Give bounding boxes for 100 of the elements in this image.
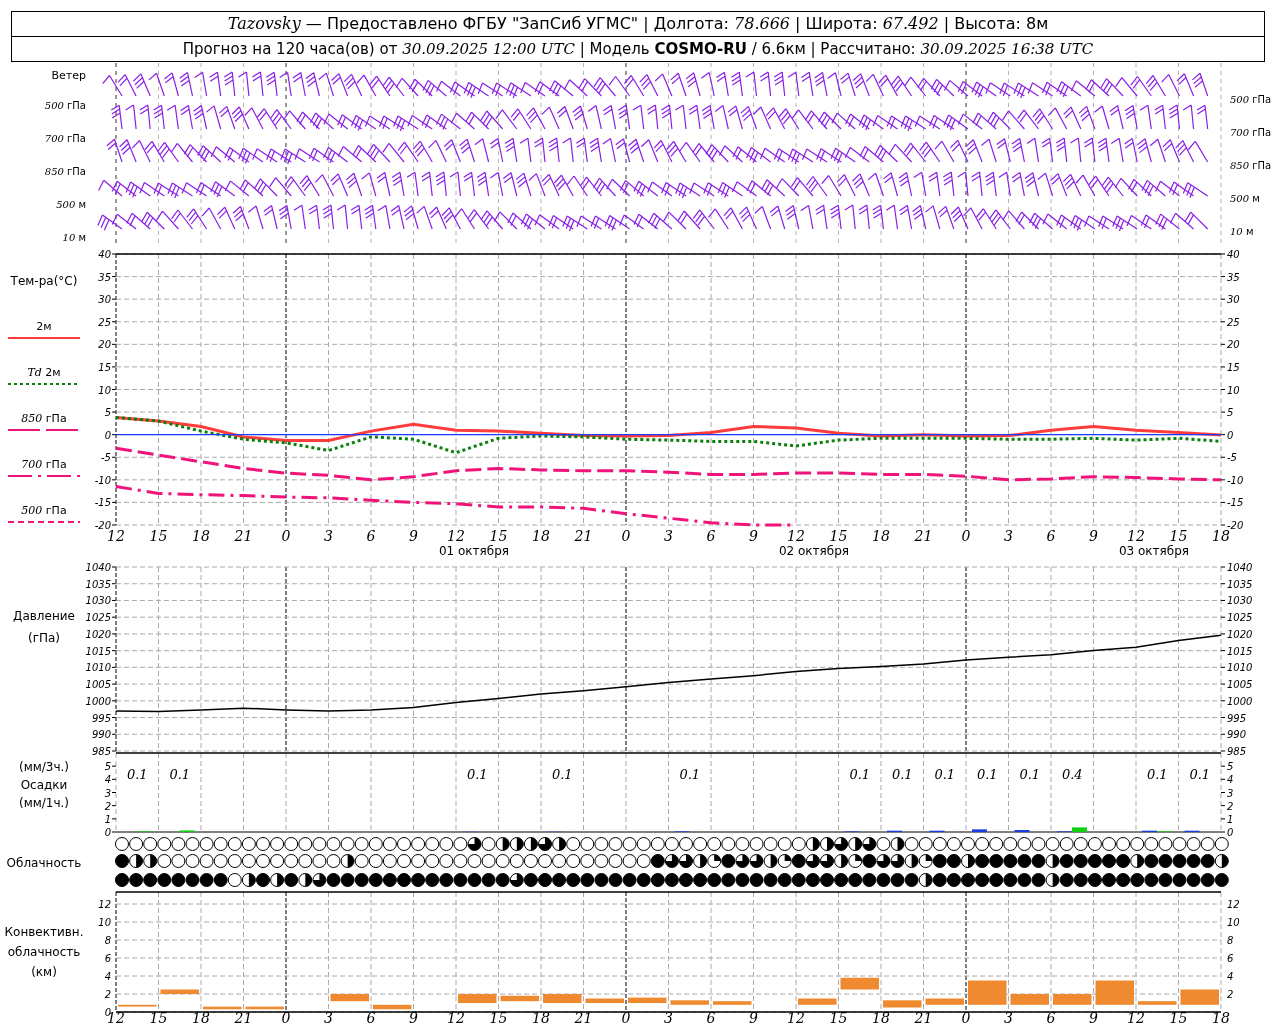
axis-tick-label: 30 (98, 294, 111, 306)
axis-tick-label: -10 (94, 474, 111, 486)
date-label: 03 октября (1118, 544, 1190, 558)
axis-tick-label: 15 (98, 361, 111, 373)
wind-label: Ветер (51, 69, 86, 83)
precipitation-amount: 0.1 (1019, 767, 1041, 782)
axis-tick-label: 5 (104, 407, 111, 419)
axis-tick-label: 20 (1227, 339, 1240, 351)
time-label: 3 (324, 528, 333, 544)
axis-tick-label: 985 (91, 746, 111, 757)
precipitation-amount: 0.1 (126, 767, 148, 782)
time-label: 21 (574, 1010, 593, 1024)
axis-tick-label: -5 (101, 452, 111, 464)
time-label: 18 (532, 1010, 550, 1024)
axis-tick-label: 15 (1227, 361, 1240, 373)
axis-tick-label: 5 (1227, 407, 1234, 419)
forecast-title: Tazovsky — Предоставлено ФГБУ "ЗапСиб УГМС" | Долгота: 78.666 | Широта: 67.492 | Высота: 8м (227, 17, 1049, 31)
time-label: 21 (914, 528, 933, 544)
axis-tick-label: 2 (1227, 989, 1234, 1000)
axis-tick-label: 1025 (85, 612, 111, 624)
axis-tick-label: 995 (91, 712, 111, 724)
cloud-cover-label: Облачность (6, 856, 82, 870)
time-label: 0 (281, 1010, 291, 1024)
time-label: 3 (324, 1010, 333, 1024)
time-label: 0 (621, 528, 631, 544)
legend-label: 700 гПа (21, 458, 67, 472)
axis-tick-label: 10 (1227, 917, 1240, 928)
axis-tick-label: 2 (104, 800, 111, 812)
time-label: 12 (787, 1010, 805, 1024)
precipitation-label: Осадки (20, 778, 68, 792)
time-label: 15 (149, 1010, 168, 1024)
axis-tick-label: 40 (1227, 249, 1240, 260)
time-label: 21 (914, 1010, 933, 1024)
axis-tick-label: 1025 (1227, 612, 1253, 624)
axis-tick-label: 5 (1227, 761, 1234, 773)
convective-cloud-label: Конвективн. (4, 925, 84, 939)
axis-tick-label: 1005 (85, 679, 111, 691)
time-label: 12 (447, 1010, 465, 1024)
time-label: 12 (1127, 528, 1145, 544)
time-label: 15 (1169, 528, 1188, 544)
axis-tick-label: 2 (1227, 800, 1234, 812)
time-label: 9 (409, 1010, 418, 1024)
precipitation-amount: 0.1 (891, 767, 913, 782)
axis-tick-label: 35 (1227, 271, 1240, 283)
time-label: 21 (234, 1010, 253, 1024)
level-label: 700 гПа (44, 132, 86, 146)
axis-tick-label: 5 (104, 761, 111, 773)
precipitation-amount: 0.1 (551, 767, 573, 782)
axis-tick-label: 2 (104, 989, 111, 1000)
time-label: 3 (664, 1010, 673, 1024)
pressure-label: Давление (13, 609, 75, 623)
axis-tick-label: 0 (104, 429, 111, 441)
time-label: 6 (706, 528, 716, 544)
axis-tick-label: 0 (1227, 429, 1234, 441)
time-label: 6 (706, 1010, 716, 1024)
precipitation-amount: 0.1 (1146, 767, 1168, 782)
time-label: 18 (532, 528, 550, 544)
axis-tick-label: 6 (104, 953, 111, 964)
precipitation-amount: 0.1 (934, 767, 956, 782)
time-label: 21 (574, 528, 593, 544)
temperature-label: Тем-ра(°C) (10, 274, 78, 288)
time-label: 9 (1089, 1010, 1098, 1024)
legend-label: 2м (36, 320, 52, 334)
axis-tick-label: 30 (1227, 294, 1240, 306)
axis-tick-label: 990 (91, 729, 111, 741)
axis-tick-label: -20 (1227, 520, 1244, 531)
axis-tick-label: 1 (104, 813, 111, 825)
axis-tick-label: 1010 (1227, 662, 1253, 674)
convective-cloud-label: облачность (7, 945, 81, 959)
axis-tick-label: 12 (1227, 899, 1240, 910)
axis-tick-label: 35 (98, 271, 111, 283)
axis-tick-label: 985 (1227, 746, 1247, 757)
time-label: 9 (1089, 528, 1098, 544)
time-label: 21 (234, 528, 253, 544)
axis-tick-label: 1020 (85, 628, 111, 640)
time-label: 0 (281, 528, 291, 544)
time-label: 3 (664, 528, 673, 544)
time-label: 15 (489, 528, 508, 544)
time-label: 9 (749, 1010, 758, 1024)
axis-tick-label: 4 (1227, 774, 1234, 786)
axis-tick-label: -20 (94, 520, 111, 531)
level-label: 500 м (56, 198, 86, 212)
forecast-info: Прогноз на 120 часа(ов) от 30.09.2025 12:00 UTC | Модель COSMO-RU / 6.6км | Рассчитано: 30.09.2025 16:38 UTC (182, 42, 1094, 56)
time-label: 18 (1212, 528, 1230, 544)
level-label: 850 гПа (44, 165, 86, 179)
axis-tick-label: 1030 (85, 595, 111, 607)
time-label: 9 (749, 528, 758, 544)
legend-label: Td 2м (27, 366, 61, 380)
time-label: 6 (366, 528, 376, 544)
time-label: 3 (1004, 528, 1013, 544)
date-label: 02 октября (778, 544, 850, 558)
axis-tick-label: 0 (1227, 827, 1234, 838)
axis-tick-label: 8 (104, 935, 111, 946)
axis-tick-label: -15 (1227, 497, 1244, 509)
time-label: 12 (447, 528, 465, 544)
time-label: 9 (409, 528, 418, 544)
axis-tick-label: -5 (1227, 452, 1237, 464)
time-label: 0 (961, 1010, 971, 1024)
level-label: 700 гПа (1230, 126, 1273, 140)
axis-tick-label: 1035 (1227, 578, 1253, 590)
